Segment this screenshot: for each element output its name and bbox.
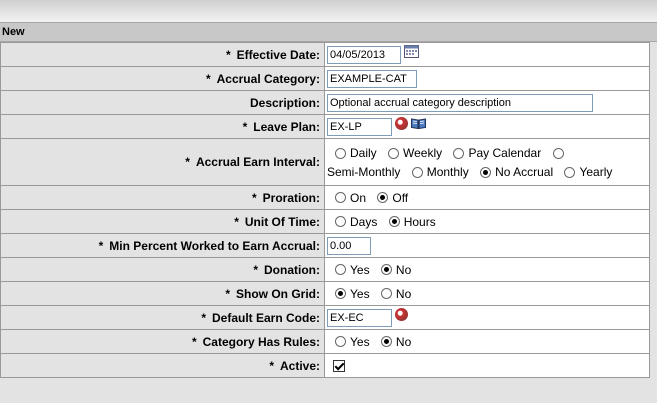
label-description: Description:	[0, 90, 325, 115]
radio-hours[interactable]	[388, 216, 400, 228]
radio-yearly[interactable]	[564, 167, 576, 179]
option-proration-on: On	[350, 190, 367, 205]
row-leave-plan: * Leave Plan: EX-LP	[0, 114, 650, 139]
label-proration: * Proration:	[0, 185, 325, 210]
radio-rules-yes[interactable]	[335, 336, 346, 348]
maintenance-form: * Effective Date: 04/05/2013 * Accrual Cat…	[0, 42, 650, 378]
label-effective-date: * Effective Date:	[0, 42, 325, 67]
row-description: Description: Optional accrual category d…	[0, 90, 650, 115]
donation-group: Yes No	[324, 257, 650, 282]
radio-proration-off[interactable]	[377, 192, 389, 204]
option-pay-calendar: Pay Calendar	[468, 146, 542, 160]
bottom-area	[0, 378, 657, 403]
book-icon[interactable]	[411, 118, 426, 129]
option-hours: Hours	[403, 214, 436, 229]
accrual-category-input[interactable]: EXAMPLE-CAT	[327, 69, 417, 88]
row-active: * Active:	[0, 353, 650, 378]
row-accrual-category: * Accrual Category: EXAMPLE-CAT	[0, 66, 650, 91]
option-daily: Daily	[350, 146, 377, 160]
row-unit-of-time: * Unit Of Time: Days Hours	[0, 209, 650, 234]
label-donation: * Donation:	[0, 257, 325, 282]
row-accrual-earn-interval: * Accrual Earn Interval: Daily Weekly Pay…	[0, 138, 650, 186]
option-semi-monthly: Semi-Monthly	[327, 165, 401, 180]
row-min-percent: * Min Percent Worked to Earn Accrual: 0.0…	[0, 233, 650, 258]
row-show-on-grid: * Show On Grid: Yes No	[0, 281, 650, 306]
option-donation-yes: Yes	[350, 262, 370, 277]
radio-grid-no[interactable]	[380, 288, 392, 300]
option-days: Days	[350, 214, 378, 229]
radio-monthly[interactable]	[411, 167, 423, 179]
row-effective-date: * Effective Date: 04/05/2013	[0, 42, 650, 67]
label-min-percent: * Min Percent Worked to Earn Accrual:	[0, 233, 325, 258]
label-accrual-category: * Accrual Category:	[0, 66, 325, 91]
label-unit-of-time: * Unit Of Time:	[0, 209, 325, 234]
radio-proration-on[interactable]	[335, 192, 346, 204]
proration-group: On Off	[324, 185, 650, 210]
min-percent-input[interactable]: 0.00	[327, 236, 371, 255]
option-rules-no: No	[395, 334, 412, 349]
top-band	[0, 0, 657, 22]
option-donation-no: No	[395, 262, 412, 277]
label-show-on-grid: * Show On Grid:	[0, 281, 325, 306]
radio-grid-yes[interactable]	[335, 288, 346, 300]
description-input[interactable]: Optional accrual category description	[327, 93, 593, 112]
radio-semi-monthly[interactable]	[552, 148, 564, 159]
lookup-icon[interactable]	[395, 308, 408, 321]
lookup-icon[interactable]	[395, 117, 408, 130]
option-grid-no: No	[395, 286, 412, 301]
label-active: * Active:	[0, 353, 325, 378]
calendar-icon[interactable]	[404, 44, 419, 58]
label-category-has-rules: * Category Has Rules:	[0, 329, 325, 354]
radio-daily[interactable]	[335, 148, 346, 159]
leave-plan-input[interactable]: EX-LP	[327, 117, 392, 136]
row-default-earn-code: * Default Earn Code: EX-EC	[0, 305, 650, 330]
category-has-rules-group: Yes No	[324, 329, 650, 354]
radio-donation-no[interactable]	[380, 264, 392, 276]
radio-rules-no[interactable]	[380, 336, 392, 348]
active-checkbox[interactable]	[333, 360, 345, 373]
row-proration: * Proration: On Off	[0, 185, 650, 210]
option-monthly: Monthly	[426, 165, 469, 180]
option-weekly: Weekly	[403, 146, 443, 160]
option-rules-yes: Yes	[350, 334, 370, 349]
row-category-has-rules: * Category Has Rules: Yes No	[0, 329, 650, 354]
option-yearly: Yearly	[579, 165, 613, 180]
accrual-earn-interval-group: Daily Weekly Pay Calendar Semi-Monthly M…	[324, 138, 650, 186]
label-default-earn-code: * Default Earn Code:	[0, 305, 325, 330]
effective-date-input[interactable]: 04/05/2013	[327, 45, 401, 64]
option-grid-yes: Yes	[350, 286, 370, 301]
default-earn-code-input[interactable]: EX-EC	[327, 308, 392, 327]
radio-no-accrual[interactable]	[480, 167, 492, 179]
radio-weekly[interactable]	[388, 148, 400, 159]
section-title: New	[2, 26, 25, 38]
right-gutter	[650, 42, 657, 378]
show-on-grid-group: Yes No	[324, 281, 650, 306]
option-no-accrual: No Accrual	[495, 165, 554, 180]
row-donation: * Donation: Yes No	[0, 257, 650, 282]
label-leave-plan: * Leave Plan:	[0, 114, 325, 139]
radio-days[interactable]	[335, 216, 346, 228]
unit-of-time-group: Days Hours	[324, 209, 650, 234]
label-accrual-earn-interval: * Accrual Earn Interval:	[0, 138, 325, 186]
radio-pay-calendar[interactable]	[453, 148, 465, 159]
section-header: New	[0, 22, 657, 42]
radio-donation-yes[interactable]	[335, 264, 346, 276]
option-proration-off: Off	[392, 190, 409, 205]
